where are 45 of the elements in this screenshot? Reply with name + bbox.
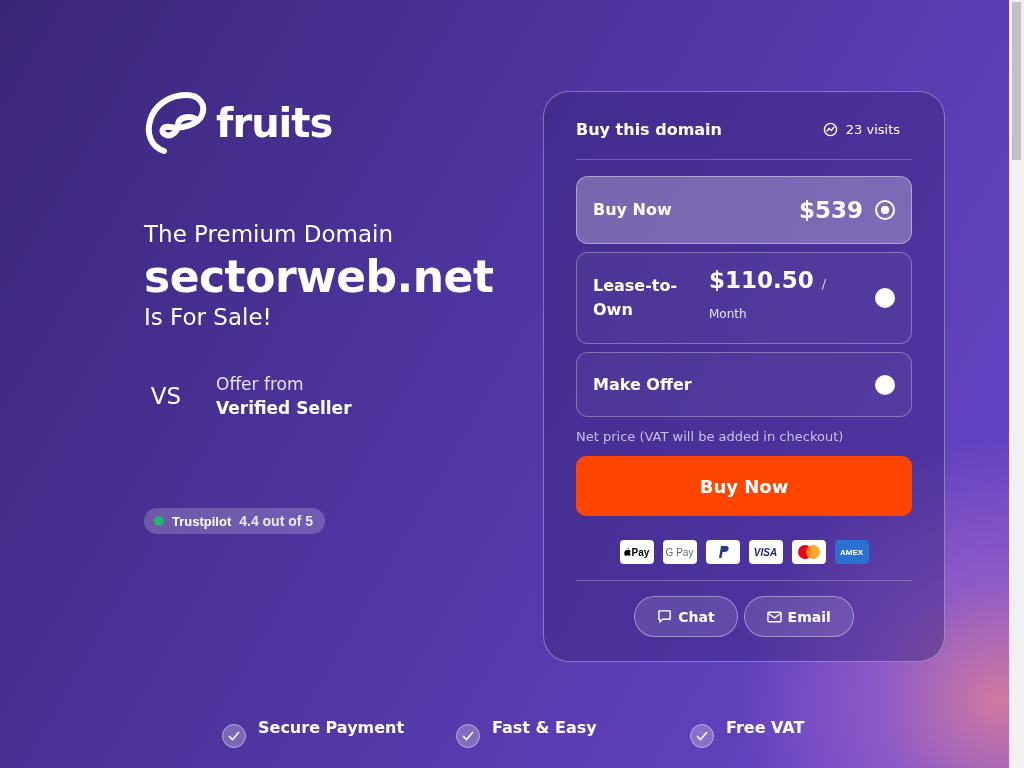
rating-score: 4.4 out of 5: [239, 513, 314, 529]
option-price: $539: [799, 197, 863, 223]
payment-logo: VISA: [748, 540, 783, 564]
check-icon: [222, 724, 246, 748]
price-separator: /: [821, 276, 827, 291]
check-icon: [456, 724, 480, 748]
headline-eyebrow: The Premium Domain: [144, 221, 394, 247]
option-label: Buy Now: [593, 199, 673, 221]
seller-name: Verified Seller: [216, 398, 352, 418]
payment-logo: AMEX: [834, 540, 869, 564]
feature-label: Free VAT: [726, 718, 806, 737]
paypal-icon: [716, 545, 729, 559]
radio-button[interactable]: [875, 374, 895, 395]
email-icon: [766, 610, 782, 623]
radio-button[interactable]: [875, 288, 895, 308]
price-option[interactable]: Make Offer: [576, 352, 912, 417]
trend-icon: [822, 122, 838, 137]
radio-button[interactable]: [875, 200, 895, 220]
price-option[interactable]: Buy Now $539: [576, 176, 912, 244]
tagline: Is For Sale!: [144, 304, 273, 330]
option-label: Lease-to-Own: [593, 275, 679, 321]
option-price: $110.50: [709, 267, 814, 293]
payment-logo: Pay: [619, 540, 654, 564]
email-button[interactable]: Email: [743, 596, 854, 637]
brand-name: fruits: [216, 100, 333, 146]
domain-name: sectorweb.net: [144, 251, 495, 302]
price-unit: Month: [709, 307, 748, 321]
visits-count: 23 visits: [845, 122, 900, 137]
feature-label: Secure Payment: [258, 718, 406, 737]
chat-button[interactable]: Chat: [634, 596, 738, 637]
overlapping-circles-icon: [797, 545, 820, 559]
rating-brand: Trustpilot: [172, 513, 232, 529]
star-dot-icon: [154, 516, 164, 526]
chat-icon: [657, 609, 673, 624]
card-title: Buy this domain: [576, 120, 722, 139]
scrollbar[interactable]: [1009, 0, 1024, 768]
seller-initials: VS: [149, 383, 183, 409]
price-note: Net price (VAT will be added in checkout): [576, 429, 845, 444]
price-option[interactable]: Lease-to-Own $110.50 / Month: [576, 252, 912, 344]
loop-logo-icon: [144, 91, 208, 155]
payment-logo: G Pay: [662, 540, 697, 564]
seller-label: Offer from: [216, 374, 305, 394]
check-icon: [690, 724, 714, 748]
option-label: Make Offer: [593, 373, 693, 396]
feature-label: Fast & Easy: [492, 718, 598, 737]
